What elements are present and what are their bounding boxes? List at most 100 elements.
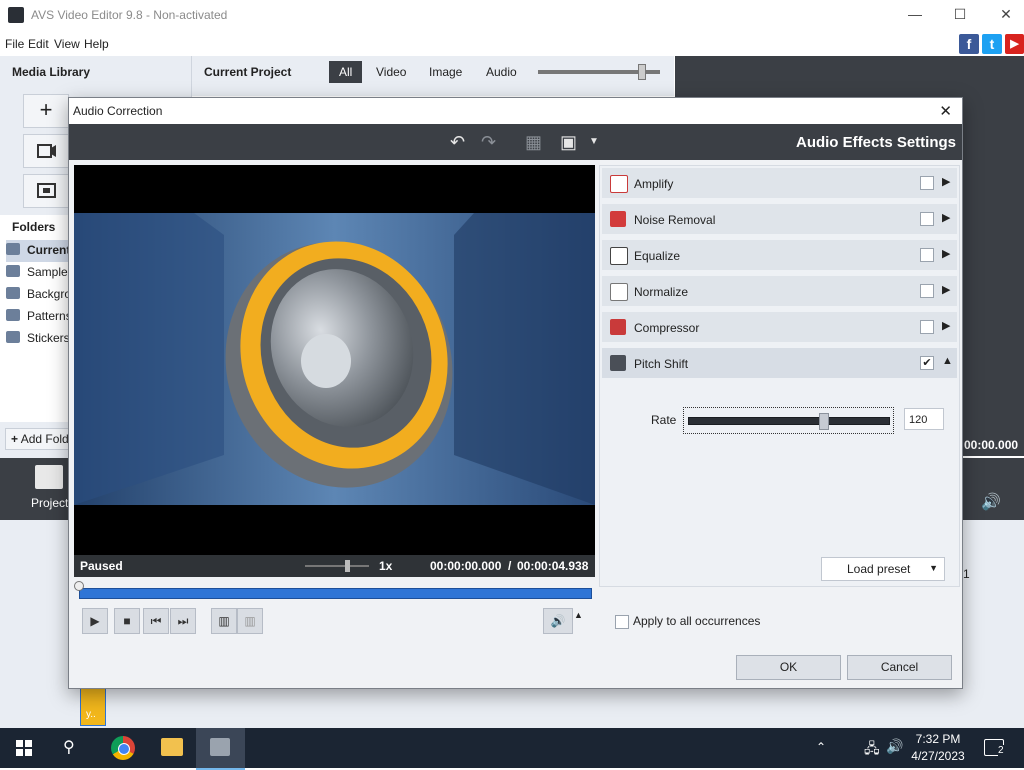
minimize-button[interactable]: —	[900, 6, 930, 22]
effect-equalize[interactable]: Equalize ▶	[602, 240, 957, 270]
tab-audio[interactable]: Audio	[476, 61, 527, 83]
effect-normalize-checkbox[interactable]	[920, 284, 934, 298]
close-window-button[interactable]: ✕	[991, 6, 1021, 23]
zoom-slider-thumb[interactable]	[638, 64, 646, 80]
projects-icon[interactable]	[35, 465, 63, 489]
tray-volume-icon[interactable]: 🔊	[886, 738, 903, 755]
capture-video-button[interactable]	[23, 134, 69, 168]
tray-chevron-up-icon[interactable]: ⌃	[816, 740, 826, 754]
capture-screen-button[interactable]	[23, 174, 69, 208]
rate-value-field[interactable]: 120	[904, 408, 944, 430]
chevron-up-icon[interactable]: ▲	[942, 355, 953, 367]
windows-start-icon[interactable]	[16, 740, 32, 756]
speed-slider[interactable]	[305, 560, 369, 572]
chrome-icon[interactable]	[111, 736, 135, 760]
display-mode-icon[interactable]: ▣	[560, 132, 577, 153]
tray-network-icon[interactable]: 🖧	[864, 738, 880, 762]
zoom-slider[interactable]	[538, 64, 660, 80]
window-title: AVS Video Editor 9.8 - Non-activated	[31, 8, 228, 22]
tab-image[interactable]: Image	[419, 61, 472, 83]
audio-effects-list: Amplify ▶ Noise Removal ▶ Equalize ▶ Nor…	[599, 165, 960, 587]
load-preset-label: Load preset	[847, 562, 911, 576]
volume-dropdown-icon[interactable]: ▲	[574, 610, 583, 620]
twitter-icon[interactable]: t	[982, 34, 1002, 54]
effect-normalize[interactable]: Normalize ▶	[602, 276, 957, 306]
dialog-close-button[interactable]: ✕	[939, 102, 952, 120]
tab-all[interactable]: All	[329, 61, 363, 83]
maximize-button[interactable]: ☐	[945, 6, 975, 23]
chevron-right-icon[interactable]: ▶	[942, 247, 950, 260]
effect-amplify-checkbox[interactable]	[920, 176, 934, 190]
volume-icon[interactable]: 🔊	[981, 492, 1001, 512]
player-status-bar: Paused 1x 00:00:00.000 / 00:00:04.938	[74, 555, 595, 577]
audio-correction-dialog: Audio Correction ✕ ↶ ↷ ▦ ▣ ▼ Audio Effec…	[68, 97, 963, 689]
rate-slider[interactable]	[683, 407, 894, 434]
clock-date: 4/27/2023	[911, 749, 965, 763]
clip-thumbnail[interactable]: y..	[80, 686, 106, 726]
chevron-down-icon[interactable]: ▼	[589, 136, 599, 147]
stop-button[interactable]: ■	[114, 608, 140, 634]
menu-help[interactable]: Help	[84, 37, 109, 51]
effect-noise-removal[interactable]: Noise Removal ▶	[602, 204, 957, 234]
chevron-down-icon: ▼	[929, 563, 938, 573]
effect-compressor-checkbox[interactable]	[920, 320, 934, 334]
load-preset-dropdown[interactable]: Load preset ▼	[821, 557, 945, 581]
timeline-marker: 1	[963, 567, 970, 581]
effect-noise-removal-checkbox[interactable]	[920, 212, 934, 226]
notifications-icon[interactable]: 2	[984, 739, 1004, 756]
equalize-icon	[610, 247, 628, 265]
menu-view[interactable]: View	[54, 37, 80, 51]
add-folder-button[interactable]: + Add Fold	[5, 428, 73, 450]
avs-taskbar-button[interactable]	[196, 728, 245, 770]
dialog-titlebar: Audio Correction ✕	[69, 98, 962, 124]
file-explorer-icon[interactable]	[161, 738, 183, 756]
screen-capture-icon	[37, 183, 56, 198]
avs-app-icon	[210, 738, 230, 756]
volume-button[interactable]: 🔊	[543, 608, 573, 634]
speed-slider-thumb[interactable]	[345, 560, 350, 572]
folder-item-current[interactable]: Current	[6, 240, 70, 262]
redo-icon[interactable]: ↷	[481, 132, 496, 153]
folder-icon	[6, 265, 20, 277]
next-frame-button[interactable]: ⏭	[170, 608, 196, 634]
speaker-preview-image	[74, 213, 595, 505]
rate-slider-thumb[interactable]	[819, 413, 829, 430]
search-icon[interactable]: ⚲	[63, 737, 75, 757]
add-media-button[interactable]: +	[23, 94, 69, 128]
cancel-button[interactable]: Cancel	[847, 655, 952, 680]
menu-edit[interactable]: Edit	[28, 37, 49, 51]
mark-out-button[interactable]: ▥	[237, 608, 263, 634]
folder-icon	[6, 331, 20, 343]
apply-to-all-box[interactable]	[615, 615, 629, 629]
video-preview	[74, 165, 595, 555]
apply-to-all-label: Apply to all occurrences	[633, 614, 761, 628]
dialog-title: Audio Correction	[73, 104, 163, 118]
chevron-right-icon[interactable]: ▶	[942, 319, 950, 332]
chevron-right-icon[interactable]: ▶	[942, 283, 950, 296]
chevron-right-icon[interactable]: ▶	[942, 211, 950, 224]
effect-equalize-checkbox[interactable]	[920, 248, 934, 262]
amplify-icon	[610, 175, 628, 193]
app-logo-icon	[8, 7, 24, 23]
undo-icon[interactable]: ↶	[450, 132, 465, 153]
mark-in-button[interactable]: ▥	[211, 608, 237, 634]
seek-thumb[interactable]	[74, 581, 84, 591]
previous-frame-button[interactable]: ⏮	[143, 608, 169, 634]
ok-button[interactable]: OK	[736, 655, 841, 680]
folder-icon	[6, 287, 20, 299]
seek-bar[interactable]	[74, 581, 592, 599]
facebook-icon[interactable]: f	[959, 34, 979, 54]
effect-pitch-shift[interactable]: Pitch Shift ✔ ▲	[602, 348, 957, 378]
play-button[interactable]: ▶	[82, 608, 108, 634]
youtube-icon[interactable]: ▶	[1005, 34, 1024, 54]
clock-time: 7:32 PM	[915, 732, 961, 746]
grid-icon[interactable]: ▦	[525, 132, 542, 153]
effect-pitch-shift-checkbox[interactable]: ✔	[920, 356, 934, 370]
rate-slider-track[interactable]	[688, 413, 890, 430]
tab-video[interactable]: Video	[366, 61, 416, 83]
chevron-right-icon[interactable]: ▶	[942, 175, 950, 188]
effect-compressor[interactable]: Compressor ▶	[602, 312, 957, 342]
menu-file[interactable]: File	[5, 37, 24, 51]
taskbar-clock[interactable]: 7:32 PM 4/27/2023	[906, 732, 970, 763]
effect-amplify[interactable]: Amplify ▶	[602, 168, 957, 198]
